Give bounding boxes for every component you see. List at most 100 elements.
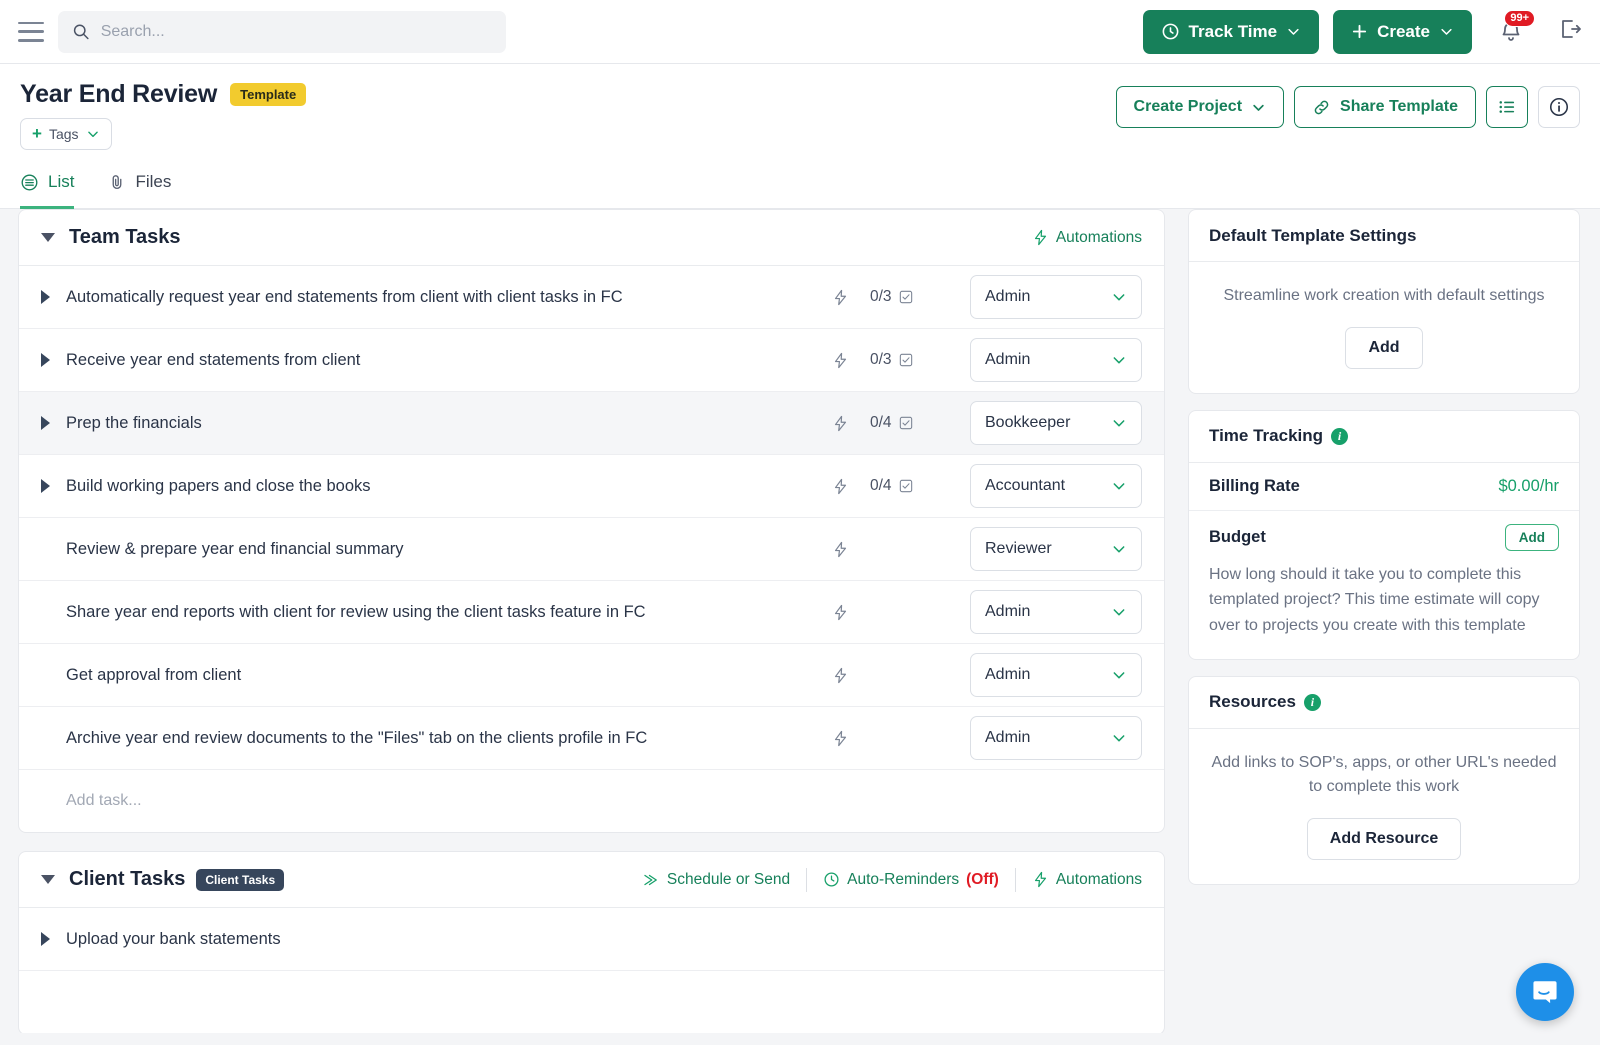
subtask-count-label: 0/3 [870,351,892,368]
assignee-dropdown[interactable]: Admin [970,275,1142,319]
auto-reminders-button[interactable]: Auto-Reminders (Off) [807,871,1015,889]
tab-list-label: List [48,172,75,191]
chat-launcher-button[interactable] [1516,963,1574,1021]
create-project-button[interactable]: Create Project [1115,86,1285,128]
expand-row-icon[interactable] [41,353,50,367]
billing-rate-row: Billing Rate $0.00/hr [1189,463,1579,511]
chevron-down-icon [1253,104,1264,111]
table-row[interactable]: Share year end reports with client for r… [19,581,1164,644]
link-icon [1314,100,1329,114]
chevron-down-icon [87,131,98,138]
row-automation-button[interactable] [810,604,870,621]
subtask-count: 0/3 [870,288,970,306]
chevron-down-icon [1113,294,1125,301]
bolt-icon [1034,229,1046,246]
default-template-settings-description: Streamline work creation with default se… [1223,287,1545,304]
view-tabs: List Files [20,172,1580,209]
search-input[interactable] [100,22,492,41]
client-tasks-header: Client Tasks Client Tasks Schedule or Se… [19,852,1164,908]
task-name: Archive year end review documents to the… [66,728,648,747]
row-automation-button[interactable] [810,352,870,369]
subtask-count: 0/4 [870,477,970,495]
add-resource-button[interactable]: Add Resource [1306,818,1462,861]
tab-files[interactable]: Files [108,172,171,209]
budget-description: How long should it take you to complete … [1209,565,1540,634]
default-template-settings-panel: Default Template Settings Streamline wor… [1188,209,1580,394]
table-row[interactable]: Get approval from client Admin [19,644,1164,707]
row-automation-button[interactable] [810,730,870,747]
subtask-count-label: 0/4 [870,477,892,494]
checkbox-icon [899,479,912,493]
client-automations-button[interactable]: Automations [1016,871,1142,889]
table-row[interactable]: Review & prepare year end financial summ… [19,518,1164,581]
task-name: Build working papers and close the books [66,476,371,495]
table-row[interactable]: Build working papers and close the books… [19,455,1164,518]
assignee-dropdown[interactable]: Admin [970,716,1142,760]
resources-header: Resources i [1189,677,1579,729]
table-row[interactable]: Receive year end statements from client … [19,329,1164,392]
assignee-dropdown[interactable]: Reviewer [970,527,1142,571]
create-label: Create [1377,21,1430,41]
collapse-toggle-icon[interactable] [41,233,55,242]
subtask-count: 0/4 [870,414,970,432]
list-view-button[interactable] [1486,86,1528,128]
add-tags-button[interactable]: + Tags [20,118,112,150]
info-icon[interactable]: i [1331,427,1349,445]
track-time-button[interactable]: Track Time [1142,9,1320,54]
task-list-column: Team Tasks Automations Automatically req… [0,209,1183,1033]
table-row[interactable]: Upload your bank statements [19,908,1164,971]
info-icon[interactable]: i [1303,693,1321,711]
chevron-down-icon [1441,28,1452,35]
expand-row-icon[interactable] [41,416,50,430]
subtask-count-label: 0/4 [870,414,892,431]
expand-row-icon[interactable] [41,932,50,946]
add-task-input[interactable]: Add task... [19,770,1164,832]
subtask-count: 0/3 [870,351,970,369]
row-automation-button[interactable] [810,289,870,306]
tab-list[interactable]: List [20,172,75,209]
billing-rate-value: $0.00/hr [1498,476,1559,495]
add-budget-button[interactable]: Add [1504,523,1559,551]
team-automations-button[interactable]: Automations [1016,229,1142,247]
list-icon [21,174,38,190]
row-automation-button[interactable] [810,415,870,432]
clock-icon [1162,23,1178,40]
info-button[interactable] [1538,86,1580,128]
bolt-icon [834,541,846,557]
send-icon [644,874,657,885]
hamburger-icon[interactable] [18,21,44,42]
collapse-toggle-icon[interactable] [41,875,55,884]
page-header: Year End Review Template + Tags Create P… [0,64,1600,209]
notifications-button[interactable]: 99+ [1494,9,1535,49]
bolt-icon [834,478,846,494]
assignee-dropdown[interactable]: Bookkeeper [970,401,1142,445]
assignee-dropdown[interactable]: Accountant [970,464,1142,508]
time-tracking-title: Time Tracking [1209,426,1324,446]
add-default-settings-button[interactable]: Add [1345,326,1423,369]
chevron-down-icon [1113,546,1125,553]
chevron-down-icon [1113,357,1125,364]
sidebar-column: Default Template Settings Streamline wor… [1183,209,1600,1033]
row-automation-button[interactable] [810,478,870,495]
chevron-down-icon [1113,483,1125,490]
share-template-button[interactable]: Share Template [1294,86,1476,128]
checkbox-icon [899,416,912,430]
table-row[interactable]: Automatically request year end statement… [19,266,1164,329]
assignee-dropdown[interactable]: Admin [970,653,1142,697]
list-icon [1499,101,1515,113]
table-row[interactable]: Archive year end review documents to the… [19,707,1164,770]
create-button[interactable]: Create [1333,9,1472,54]
logout-button[interactable] [1558,17,1582,46]
assignee-dropdown[interactable]: Admin [970,338,1142,382]
subtask-count-label: 0/3 [870,288,892,305]
table-row[interactable]: Prep the financials 0/4 Bookkeeper [19,392,1164,455]
schedule-or-send-button[interactable]: Schedule or Send [626,871,806,889]
row-automation-button[interactable] [810,667,870,684]
expand-row-icon[interactable] [41,479,50,493]
resources-body: Add links to SOP's, apps, or other URL's… [1189,729,1579,885]
assignee-dropdown[interactable]: Admin [970,590,1142,634]
bolt-icon [834,352,846,368]
expand-row-icon[interactable] [41,290,50,304]
row-automation-button[interactable] [810,541,870,558]
search-box[interactable] [58,10,506,53]
